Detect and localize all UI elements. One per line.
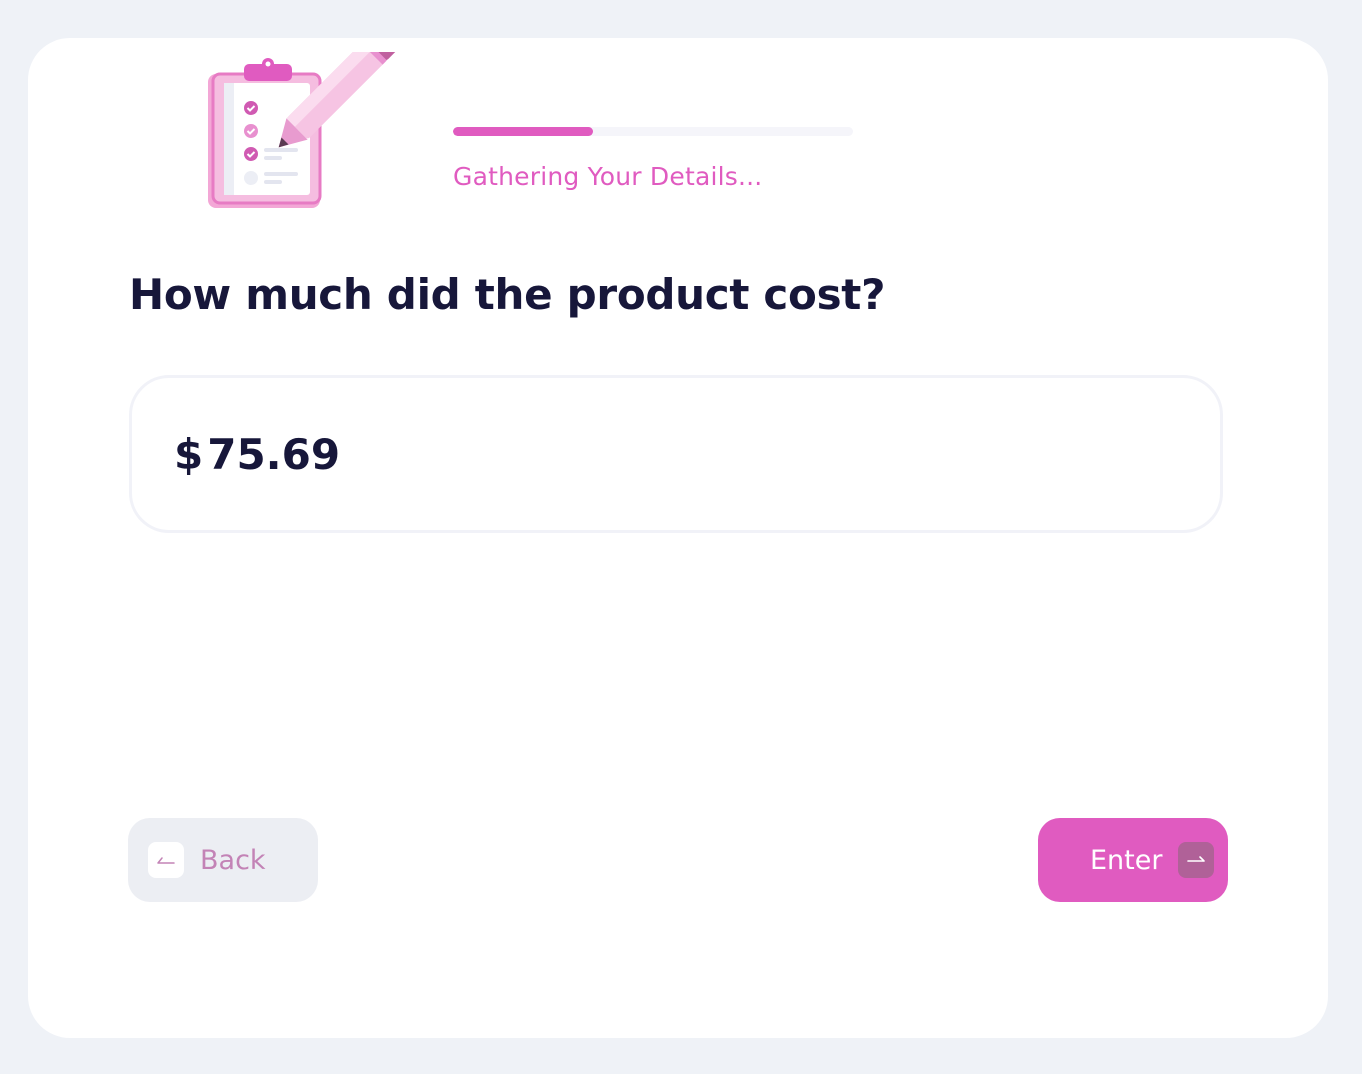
price-input[interactable] <box>207 429 1008 479</box>
progress-label: Gathering Your Details... <box>453 162 763 191</box>
question-title: How much did the product cost? <box>129 270 886 319</box>
back-button[interactable]: Back <box>128 818 318 902</box>
price-field[interactable]: $ <box>129 375 1223 533</box>
form-card: Gathering Your Details... How much did t… <box>28 29 1328 1038</box>
enter-arrow-icon <box>1178 842 1215 878</box>
back-label: Back <box>200 844 266 876</box>
enter-button[interactable]: Enter <box>1038 818 1228 902</box>
progress-bar-fill <box>453 127 593 136</box>
enter-label: Enter <box>1090 844 1163 876</box>
currency-symbol: $ <box>174 429 204 479</box>
clipboard-pencil-illustration <box>204 29 414 252</box>
progress-bar <box>453 127 853 136</box>
back-arrow-icon <box>148 842 184 878</box>
